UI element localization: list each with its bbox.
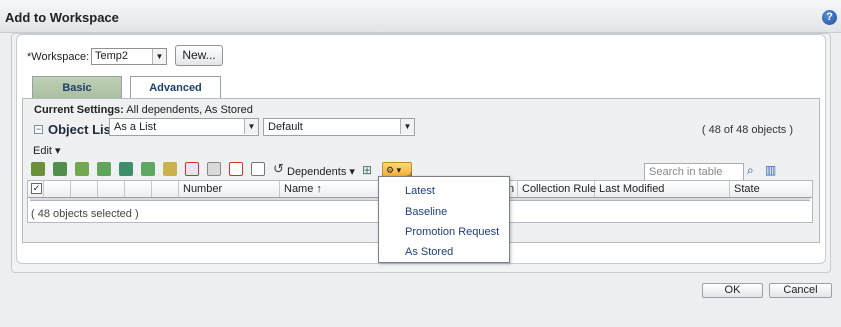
collection-rule-dropdown: Latest Baseline Promotion Request As Sto… bbox=[378, 176, 510, 263]
dropdown-item-as-stored[interactable]: As Stored bbox=[405, 246, 453, 258]
table-column-state[interactable]: State bbox=[730, 181, 812, 197]
chart-icon[interactable] bbox=[119, 162, 133, 176]
dropdown-item-promotion-request[interactable]: Promotion Request bbox=[405, 226, 499, 238]
help-icon[interactable]: ? bbox=[822, 10, 837, 25]
filter-combo-value: Default bbox=[268, 121, 303, 133]
workspace-label: *Workspace: bbox=[27, 51, 90, 63]
tab-advanced[interactable]: Advanced bbox=[130, 76, 221, 100]
sort-ascending-icon: ↑ bbox=[316, 183, 322, 195]
table-column-last-modified[interactable]: Last Modified bbox=[595, 181, 730, 197]
table-column-blank bbox=[44, 181, 71, 197]
workspace-select-value: Temp2 bbox=[95, 50, 129, 62]
edit-menu[interactable]: Edit ▾ bbox=[33, 144, 61, 157]
search-input[interactable]: Search in table bbox=[644, 163, 744, 181]
view-combo-value: As a List bbox=[114, 121, 157, 133]
dialog-titlebar: Add to Workspace ? bbox=[0, 0, 841, 33]
remove-icon[interactable] bbox=[185, 162, 199, 176]
table-column-name-label: Name bbox=[284, 183, 314, 195]
add-parents-icon[interactable] bbox=[75, 162, 89, 176]
gear-icon: ⚙ bbox=[386, 165, 395, 175]
workspace-select[interactable]: Temp2 ▼ bbox=[91, 48, 167, 65]
table-column-blank bbox=[98, 181, 125, 197]
dialog-title: Add to Workspace bbox=[5, 10, 119, 25]
new-workspace-button[interactable]: New... bbox=[175, 45, 223, 66]
table-column-number[interactable]: Number bbox=[179, 181, 280, 197]
selected-count: ( 48 objects selected ) bbox=[31, 208, 139, 220]
select-all-column: ✓ bbox=[28, 181, 44, 197]
chevron-down-icon[interactable]: ▼ bbox=[244, 119, 258, 134]
dependents-menu[interactable]: Dependents ▾ bbox=[287, 165, 355, 178]
tab-basic[interactable]: Basic bbox=[32, 76, 122, 99]
dependents-label: Dependents bbox=[287, 166, 347, 178]
current-settings-value: All dependents, As Stored bbox=[126, 104, 253, 116]
object-count: ( 48 of 48 objects ) bbox=[701, 124, 793, 136]
view-combo[interactable]: As a List ▼ bbox=[109, 118, 259, 136]
hierarchy-icon[interactable]: ⊞ bbox=[362, 163, 372, 177]
cancel-button[interactable]: Cancel bbox=[769, 283, 832, 298]
table-column-blank bbox=[71, 181, 98, 197]
filter-combo[interactable]: Default ▼ bbox=[263, 118, 415, 136]
chevron-down-icon[interactable]: ▼ bbox=[152, 49, 166, 64]
tag-icon[interactable] bbox=[141, 162, 155, 176]
select-all-checkbox[interactable]: ✓ bbox=[31, 183, 42, 194]
edit-menu-label: Edit bbox=[33, 145, 52, 157]
chevron-down-icon[interactable]: ▼ bbox=[400, 119, 414, 134]
export-icon[interactable] bbox=[251, 162, 265, 176]
ok-button[interactable]: OK bbox=[702, 283, 763, 298]
current-settings-label: Current Settings: bbox=[34, 104, 124, 116]
add-icon[interactable] bbox=[31, 162, 45, 176]
add-children-icon[interactable] bbox=[53, 162, 67, 176]
delete-icon[interactable] bbox=[229, 162, 243, 176]
search-icon[interactable]: ⌕ bbox=[747, 163, 762, 180]
current-settings: Current Settings: All dependents, As Sto… bbox=[34, 104, 253, 116]
dropdown-item-latest[interactable]: Latest bbox=[405, 185, 435, 197]
table-column-collection-rule[interactable]: Collection Rule bbox=[518, 181, 596, 197]
add-related-icon[interactable] bbox=[97, 162, 111, 176]
table-column-blank bbox=[152, 181, 179, 197]
list-icon[interactable] bbox=[163, 162, 177, 176]
collapse-icon[interactable]: − bbox=[34, 125, 43, 134]
clear-icon[interactable] bbox=[207, 162, 221, 176]
table-column-blank bbox=[125, 181, 152, 197]
refresh-icon[interactable]: ↺ bbox=[273, 162, 287, 176]
columns-icon[interactable]: ▥ ▾ bbox=[765, 163, 777, 191]
object-list-title: Object List bbox=[48, 122, 116, 137]
dropdown-item-baseline[interactable]: Baseline bbox=[405, 206, 447, 218]
search-placeholder: Search in table bbox=[649, 166, 723, 178]
